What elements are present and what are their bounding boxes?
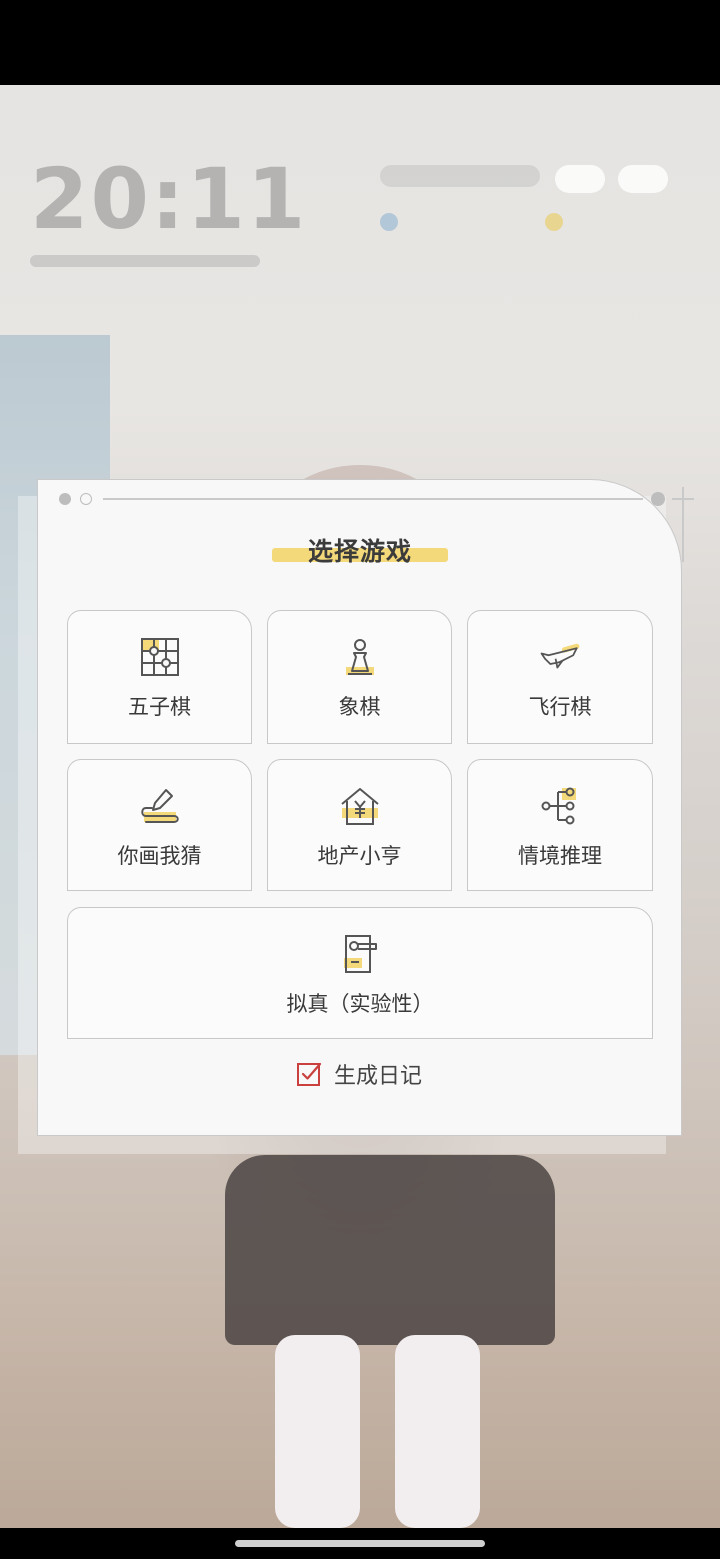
branch-tree-icon: [541, 787, 576, 825]
game-tile-gomoku[interactable]: 五子棋: [67, 610, 252, 744]
dialog-title: 选择游戏: [307, 537, 412, 566]
background-date-blur: [30, 255, 260, 267]
background-blur-shape: [618, 165, 668, 193]
navigation-bar: [0, 1528, 720, 1559]
generate-diary-label: 生成日记: [334, 1064, 423, 1089]
gomoku-board-icon: [140, 638, 179, 676]
game-label: 你画我猜: [117, 844, 202, 868]
game-tile-chess[interactable]: 象棋: [267, 610, 452, 744]
checkbox-checked-icon[interactable]: [296, 1061, 322, 1087]
background-blur-shape: [380, 213, 398, 231]
game-label: 飞行棋: [528, 695, 592, 719]
background-blur-shape: [380, 165, 540, 187]
dialog-title-wrap: 选择游戏: [272, 532, 448, 568]
airplane-icon: [540, 643, 580, 669]
door-handle-icon: [344, 935, 377, 973]
background-clock: 20:11: [30, 150, 308, 248]
pencil-draw-icon: [140, 789, 179, 823]
game-label: 拟真（实验性）: [286, 992, 434, 1016]
game-tile-draw-guess[interactable]: 你画我猜: [67, 759, 252, 891]
game-label: 情境推理: [518, 844, 602, 868]
decor-vertical-line: [682, 487, 684, 562]
background-blur-shape: [555, 165, 605, 193]
game-tile-simulation-experimental[interactable]: 拟真（实验性）: [67, 907, 653, 1039]
decor-dot: [651, 492, 665, 506]
game-label: 地产小亨: [317, 844, 402, 868]
game-tile-scenario-reasoning[interactable]: 情境推理: [467, 759, 653, 891]
generate-diary-toggle[interactable]: 生成日记: [296, 1058, 422, 1090]
decor-dot: [59, 493, 71, 505]
game-label: 五子棋: [128, 695, 191, 719]
house-yuan-icon: [340, 788, 379, 825]
home-gesture-handle[interactable]: [235, 1540, 485, 1547]
status-bar: [0, 0, 720, 85]
game-label: 象棋: [338, 695, 381, 719]
background-figure-leg: [275, 1335, 360, 1528]
background-blur-shape: [545, 213, 563, 231]
chess-pawn-icon: [345, 639, 374, 675]
game-tile-monopoly[interactable]: 地产小亨: [267, 759, 452, 891]
decor-dot: [80, 493, 92, 505]
background-figure-leg: [395, 1335, 480, 1528]
background-figure-skirt: [225, 1155, 555, 1345]
decor-line: [103, 498, 643, 500]
game-tile-flight-chess[interactable]: 飞行棋: [467, 610, 653, 744]
